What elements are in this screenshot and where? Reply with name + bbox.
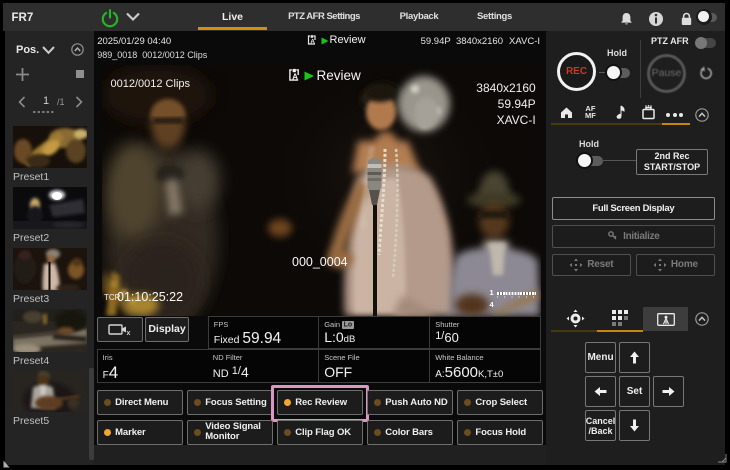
svg-text:A: A — [310, 39, 315, 45]
svg-text:x: x — [126, 330, 130, 336]
svg-text:A: A — [292, 73, 298, 82]
